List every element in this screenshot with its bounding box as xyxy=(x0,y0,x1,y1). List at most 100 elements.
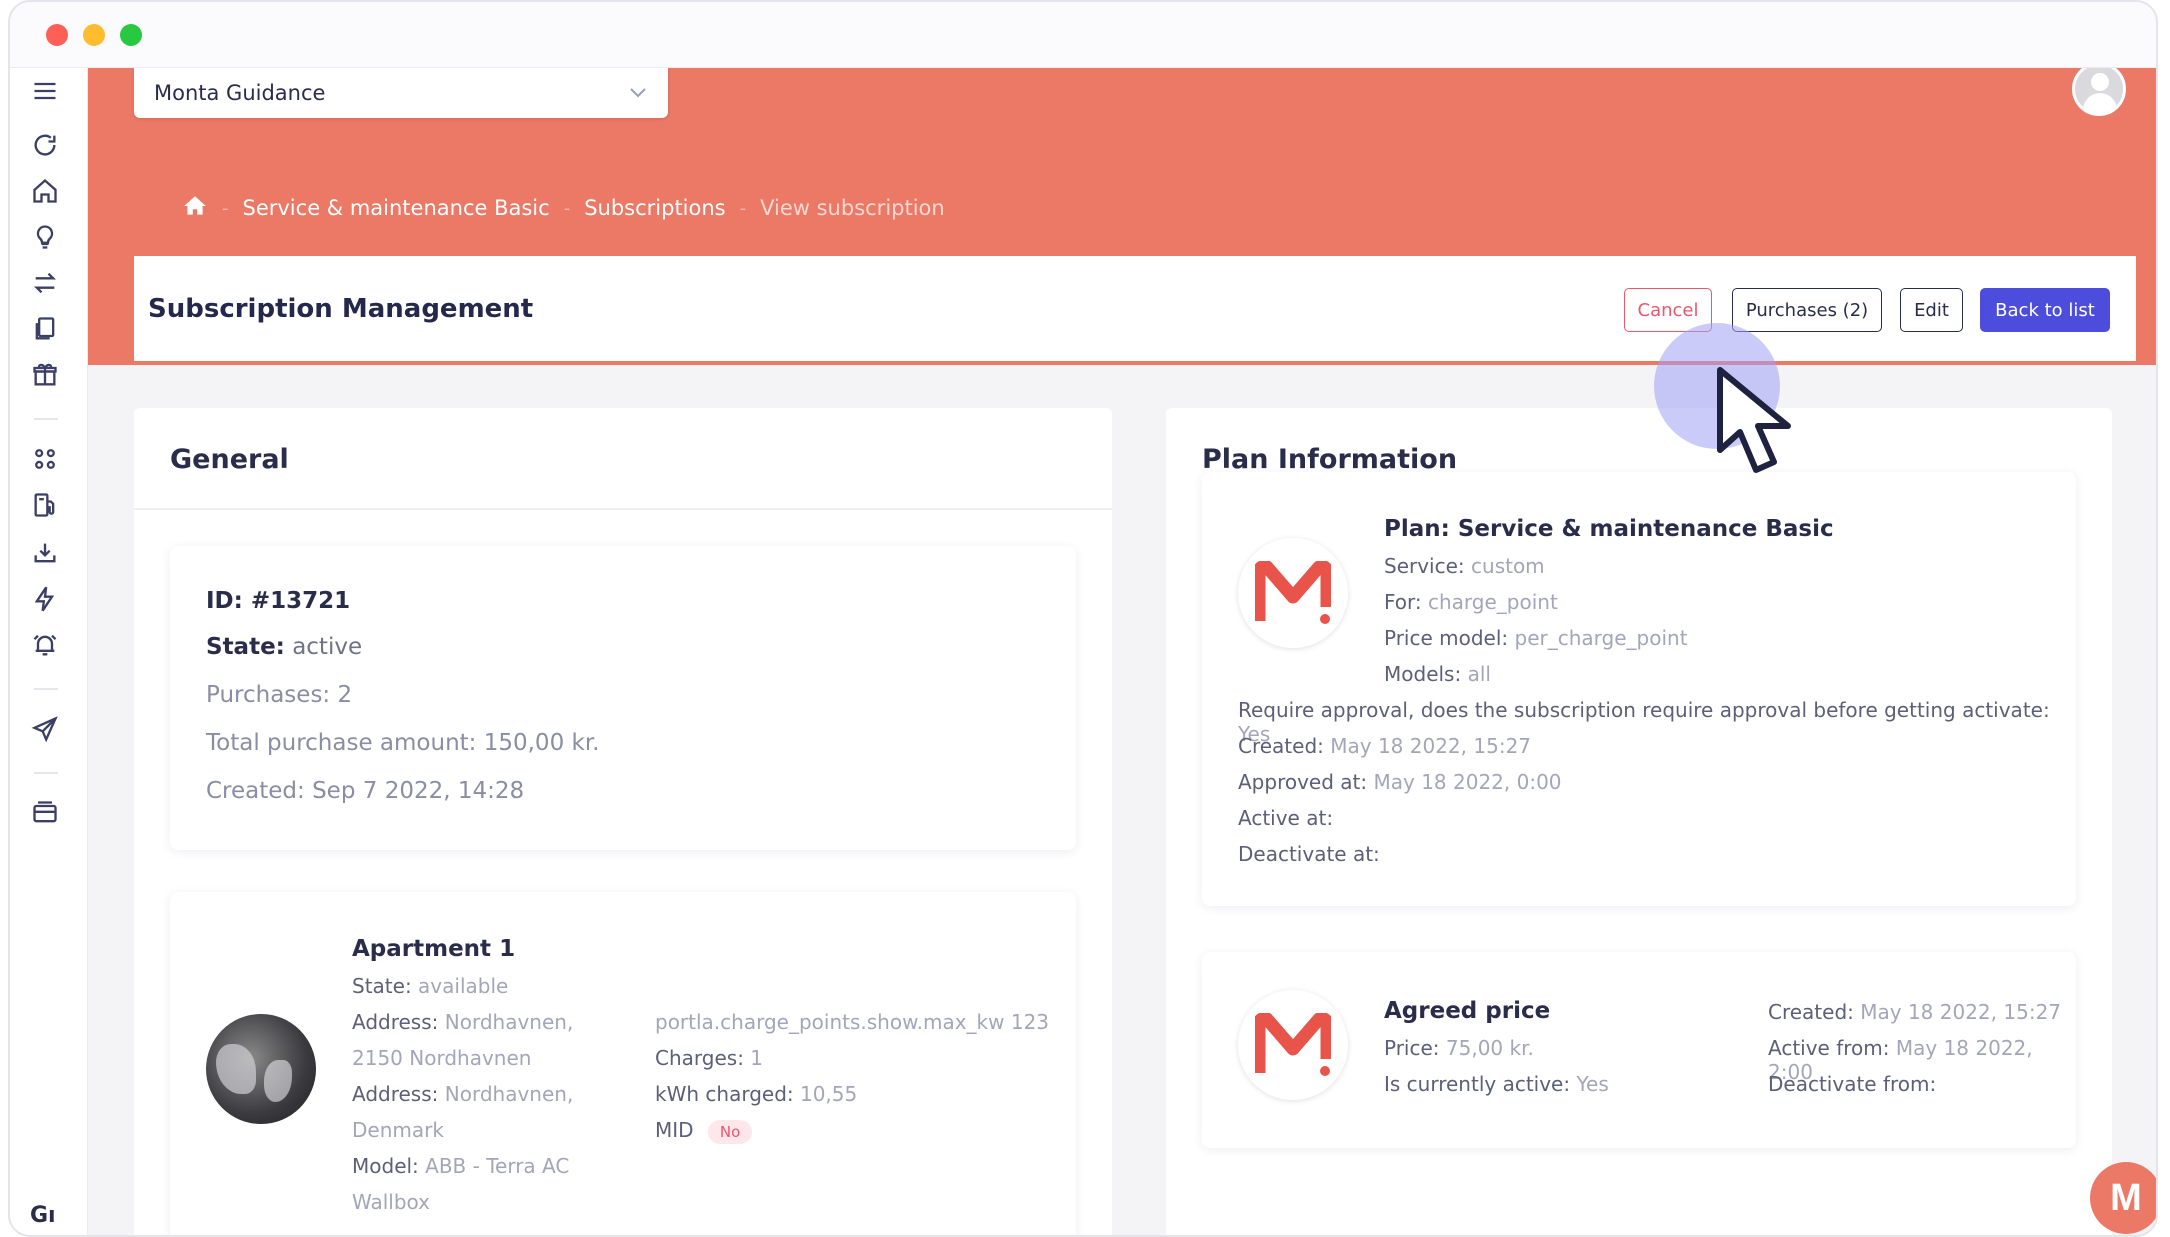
subscription-state: State: active xyxy=(206,634,362,660)
cards-icon[interactable] xyxy=(30,798,60,828)
model-value: Wallbox xyxy=(352,1190,431,1214)
maximize-window-button[interactable] xyxy=(120,24,142,46)
plan-panel-title: Plan Information xyxy=(1202,444,1458,475)
plan-service: Service: custom xyxy=(1384,554,1545,578)
subscription-id: ID: #13721 xyxy=(206,588,351,614)
menu-icon[interactable] xyxy=(30,76,60,106)
plan-card: Plan: Service & maintenance Basic Servic… xyxy=(1202,472,2076,906)
charges-label: Charges: xyxy=(655,1046,744,1070)
browser-window: Gı Monta Guidance - Service & maintenanc… xyxy=(8,0,2158,1237)
charge-point-card: Apartment 1 State: available Address: No… xyxy=(170,892,1076,1235)
created-value: May 18 2022, 15:27 xyxy=(1860,1000,2062,1024)
charge-point-state: State: available xyxy=(352,974,508,998)
transfer-icon[interactable] xyxy=(30,268,60,298)
address-value: 2150 Nordhavnen xyxy=(352,1046,532,1070)
created-label: Created: xyxy=(1238,734,1324,758)
page-header-bar: Subscription Management Cancel Purchases… xyxy=(134,256,2136,364)
download-icon[interactable] xyxy=(30,538,60,568)
breadcrumb-separator: - xyxy=(563,197,571,219)
agreed-price-card: Agreed price Price: 75,00 kr. Is current… xyxy=(1202,952,2076,1148)
kwh-label: kWh charged: xyxy=(655,1082,794,1106)
sidebar: Gı xyxy=(10,68,88,1235)
plan-active-at: Active at: xyxy=(1238,806,1334,830)
charge-point-state-label: State: xyxy=(352,974,412,998)
subscription-state-label: State: xyxy=(206,634,285,660)
minimize-window-button[interactable] xyxy=(83,24,105,46)
kwh-value: 10,55 xyxy=(799,1082,858,1106)
lightbulb-icon[interactable] xyxy=(30,222,60,252)
support-chat-button[interactable]: M xyxy=(2090,1162,2156,1234)
charge-point-charges: Charges: 1 xyxy=(655,1046,763,1070)
address-label: Address: xyxy=(352,1010,439,1034)
documents-icon[interactable] xyxy=(30,314,60,344)
breadcrumb: - Service & maintenance Basic - Subscrip… xyxy=(182,188,945,228)
panel-divider xyxy=(134,508,1112,510)
gift-icon[interactable] xyxy=(30,360,60,390)
service-label: Service: xyxy=(1384,554,1465,578)
charge-point-address-2-cont: Denmark xyxy=(352,1118,444,1142)
plan-panel: Plan Information Plan: Service & mainten… xyxy=(1166,408,2112,1235)
active-from-label: Active from: xyxy=(1768,1036,1890,1060)
created-label: Created: xyxy=(1768,1000,1854,1024)
plan-deactivate-at: Deactivate at: xyxy=(1238,842,1380,866)
monta-logo-icon xyxy=(1238,990,1348,1100)
created-value: May 18 2022, 15:27 xyxy=(1330,734,1532,758)
subscription-total: Total purchase amount: 150,00 kr. xyxy=(206,730,600,756)
charge-point-photo xyxy=(206,1014,316,1124)
sidebar-divider xyxy=(34,688,58,690)
charge-point-name: Apartment 1 xyxy=(352,936,516,962)
plan-name: Plan: Service & maintenance Basic xyxy=(1384,516,1834,542)
refresh-icon[interactable] xyxy=(30,130,60,160)
plan-created: Created: May 18 2022, 15:27 xyxy=(1238,734,1531,758)
max-kw-value: 123 xyxy=(1010,1010,1050,1034)
mid-label: MID xyxy=(655,1118,694,1142)
subscription-state-value: active xyxy=(292,634,363,660)
general-panel-title: General xyxy=(170,444,289,475)
agreed-price-created: Created: May 18 2022, 15:27 xyxy=(1768,1000,2061,1024)
charge-point-address-1: Address: Nordhavnen, xyxy=(352,1010,573,1034)
price-model-value: per_charge_point xyxy=(1514,626,1688,650)
home-icon[interactable] xyxy=(30,176,60,206)
fuel-station-icon[interactable] xyxy=(30,490,60,520)
breadcrumb-item-subscriptions[interactable]: Subscriptions xyxy=(584,196,725,220)
sidebar-bottom-label: Gı xyxy=(30,1203,56,1228)
main-content: Monta Guidance - Service & maintenance B… xyxy=(88,68,2156,1235)
chat-fab-label: M xyxy=(2110,1176,2142,1219)
purchases-button[interactable]: Purchases (2) xyxy=(1732,288,1882,332)
grid-icon[interactable] xyxy=(30,444,60,474)
user-avatar[interactable] xyxy=(2072,68,2126,116)
home-icon[interactable] xyxy=(182,193,208,224)
max-kw-label: portla.charge_points.show.max_kw xyxy=(655,1010,1005,1034)
charge-point-kwh: kWh charged: 10,55 xyxy=(655,1082,857,1106)
send-icon[interactable] xyxy=(30,714,60,744)
back-to-list-button[interactable]: Back to list xyxy=(1980,288,2110,332)
breadcrumb-item-current: View subscription xyxy=(760,196,945,220)
edit-button[interactable]: Edit xyxy=(1900,288,1963,332)
breadcrumb-item-plan[interactable]: Service & maintenance Basic xyxy=(243,196,550,220)
plan-approved-at: Approved at: May 18 2022, 0:00 xyxy=(1238,770,1562,794)
alarm-icon[interactable] xyxy=(30,630,60,660)
models-label: Models: xyxy=(1384,662,1462,686)
address-value: Denmark xyxy=(352,1118,444,1142)
charges-value: 1 xyxy=(750,1046,764,1070)
close-window-button[interactable] xyxy=(46,24,68,46)
monta-logo-icon xyxy=(1238,538,1348,648)
breadcrumb-separator: - xyxy=(222,197,229,219)
service-value: custom xyxy=(1471,554,1545,578)
price-model-label: Price model: xyxy=(1384,626,1509,650)
mouse-cursor-icon xyxy=(1717,367,1791,473)
model-value: ABB - Terra AC xyxy=(425,1154,570,1178)
sidebar-divider xyxy=(34,418,58,420)
charge-point-mid: MID No xyxy=(655,1118,753,1144)
for-label: For: xyxy=(1384,590,1422,614)
for-value: charge_point xyxy=(1428,590,1558,614)
general-panel: General ID: #13721 State: active Purchas… xyxy=(134,408,1112,1235)
subscription-summary-card: ID: #13721 State: active Purchases: 2 To… xyxy=(170,546,1076,850)
approval-label: Require approval, does the subscription … xyxy=(1238,698,2050,722)
bolt-icon[interactable] xyxy=(30,584,60,614)
charge-point-max-kw: portla.charge_points.show.max_kw 123 xyxy=(655,1010,1049,1034)
organization-select-value: Monta Guidance xyxy=(154,81,326,105)
agreed-price-title: Agreed price xyxy=(1384,998,1551,1024)
organization-select[interactable]: Monta Guidance xyxy=(134,68,668,118)
model-label: Model: xyxy=(352,1154,419,1178)
